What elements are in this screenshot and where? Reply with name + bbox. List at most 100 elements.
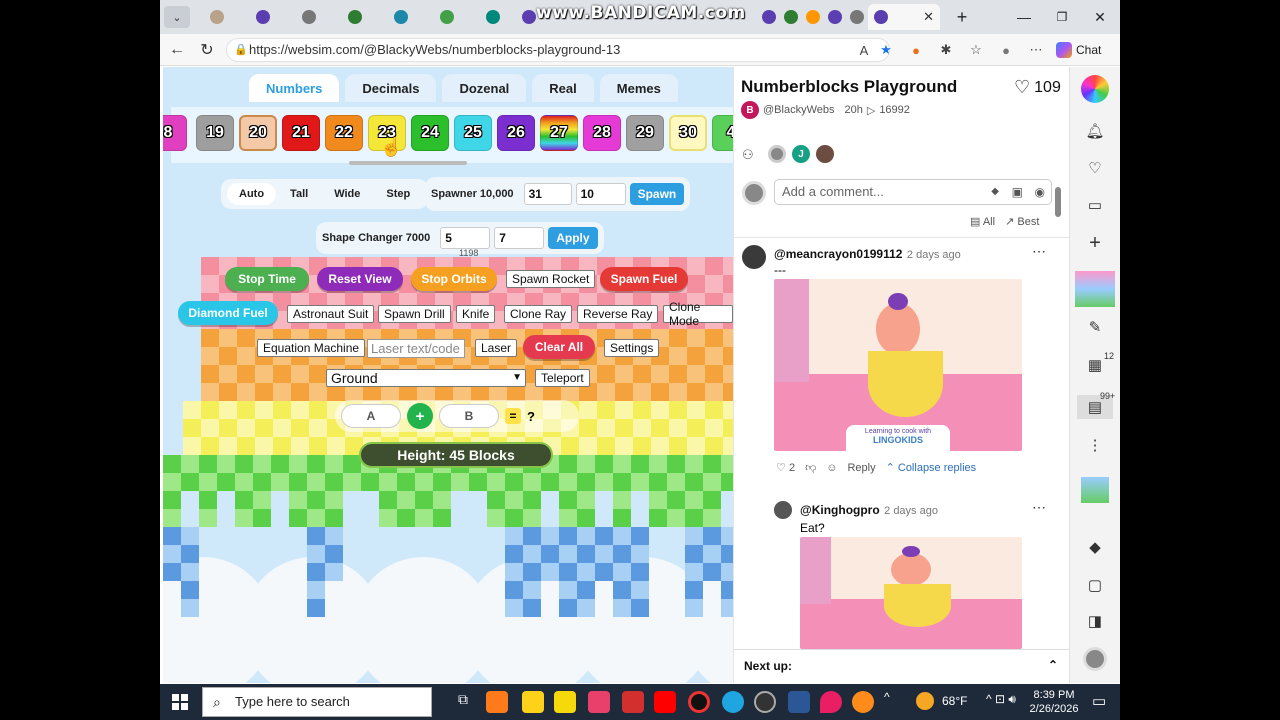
url-field[interactable]: 🔒 https://websim.com/@BlackyWebs/numberbl… — [226, 38, 890, 62]
tab-favicon[interactable] — [758, 5, 780, 29]
more-vertical-icon[interactable]: ⋮ — [1083, 433, 1107, 457]
comment-image[interactable] — [800, 537, 1022, 649]
spawn-rocket-button[interactable]: Spawn Rocket — [506, 270, 596, 288]
tab-favicon[interactable] — [390, 5, 412, 29]
image-icon[interactable]: ▣ — [1012, 180, 1023, 204]
tab-favicon[interactable] — [206, 5, 228, 29]
teleport-button[interactable]: Teleport — [535, 369, 590, 387]
tab-favicon[interactable] — [802, 5, 824, 29]
diamond-icon[interactable]: ◆ — [991, 180, 999, 204]
copilot-chat-button[interactable]: Chat — [1056, 40, 1114, 60]
remix-thumbnail[interactable] — [1081, 477, 1109, 503]
clone-mode-button[interactable]: Clone Mode — [663, 300, 733, 328]
astronaut-suit-button[interactable]: Astronaut Suit — [287, 305, 375, 323]
laser-button[interactable]: Laser — [475, 339, 518, 357]
author-handle[interactable]: @BlackyWebs — [763, 104, 834, 116]
notifications-icon[interactable]: ▭ — [1092, 692, 1106, 710]
spawner-count-input[interactable]: 10 — [575, 183, 626, 205]
comment-menu-icon[interactable]: ⋯ — [1032, 243, 1046, 260]
calc-input-b[interactable]: B — [439, 404, 499, 428]
taskbar-app-icon[interactable] — [588, 691, 610, 713]
comment-input[interactable]: Add a comment... ◆ ▣ ◉ — [774, 179, 1052, 205]
taskbar-app-icon[interactable] — [622, 691, 644, 713]
side-scrollbar[interactable] — [1055, 187, 1061, 217]
diamond-icon[interactable]: ◆ — [1083, 535, 1107, 559]
calc-input-a[interactable]: A — [341, 404, 401, 428]
chevron-up-icon[interactable]: ^ — [884, 690, 890, 704]
more-options-icon[interactable]: ⋯ — [1026, 41, 1046, 59]
number-block-25[interactable]: 25 — [454, 115, 492, 151]
task-view-icon[interactable]: ⧉ — [452, 691, 474, 713]
spawn-fuel-button[interactable]: Spawn Fuel — [600, 267, 688, 291]
number-block-4[interactable]: 4 — [712, 115, 733, 151]
commenter-avatar[interactable] — [774, 501, 792, 519]
number-block-8[interactable]: 8 — [163, 115, 187, 151]
active-tab[interactable]: ✕ — [868, 4, 940, 30]
stop-time-button[interactable]: Stop Time — [225, 267, 309, 291]
tab-favicon[interactable] — [344, 5, 366, 29]
close-window-icon[interactable]: ✕ — [1088, 6, 1112, 28]
mode-step-button[interactable]: Step — [374, 183, 422, 205]
calc-equals-button[interactable]: = — [505, 408, 521, 424]
spawn-button[interactable]: Spawn — [629, 183, 685, 205]
shape-width-input[interactable]: 5 — [440, 227, 491, 249]
chevron-up-icon[interactable]: ⌃ — [1048, 658, 1058, 672]
number-block-29[interactable]: 29 — [626, 115, 664, 151]
number-block-26[interactable]: 26 — [497, 115, 535, 151]
system-tray-icons[interactable]: ^ ⊡ 🔊︎ — [986, 692, 1016, 707]
clear-all-button[interactable]: Clear All — [523, 335, 595, 359]
category-tab[interactable]: Decimals — [345, 74, 437, 102]
bell-icon[interactable]: 🔔︎ — [1083, 119, 1107, 143]
back-icon[interactable]: ← — [166, 40, 188, 60]
tab-favicon[interactable] — [846, 5, 868, 29]
stop-orbits-button[interactable]: Stop Orbits — [411, 267, 497, 291]
settings-button[interactable]: Settings — [604, 339, 660, 357]
taskbar-app-icon[interactable] — [788, 691, 810, 713]
diamond-fuel-button[interactable]: Diamond Fuel — [178, 301, 278, 325]
add-icon[interactable]: + — [1083, 231, 1107, 255]
sort-best[interactable]: ↗ Best — [1005, 215, 1039, 228]
chat-bubble-icon[interactable]: ▢ — [1083, 573, 1107, 597]
taskbar-app-icon[interactable] — [486, 691, 508, 713]
knife-button[interactable]: Knife — [456, 305, 496, 323]
number-block-20[interactable]: 20 — [239, 115, 277, 151]
taskbar-app-icon[interactable] — [522, 691, 544, 713]
number-block-22[interactable]: 22 — [325, 115, 363, 151]
dislike-icon[interactable]: 👎︎ — [805, 461, 816, 474]
favorite-star-icon[interactable]: ★ — [876, 41, 896, 59]
category-tab[interactable]: Numbers — [249, 74, 340, 102]
laser-text-input[interactable]: Laser text/code — [367, 339, 465, 358]
read-aloud-icon[interactable]: A — [854, 41, 874, 59]
viewer-avatar[interactable]: J — [792, 145, 810, 163]
viewer-avatar[interactable] — [816, 145, 834, 163]
mode-wide-button[interactable]: Wide — [322, 183, 372, 205]
tab-favicon[interactable] — [482, 5, 504, 29]
tab-favicon[interactable] — [824, 5, 846, 29]
profile-avatar[interactable] — [1083, 647, 1107, 671]
number-block-19[interactable]: 19 — [196, 115, 234, 151]
category-tab[interactable]: Dozenal — [442, 74, 527, 102]
tab-favicon[interactable] — [780, 5, 802, 29]
extension-icon[interactable]: ● — [906, 41, 926, 59]
spawn-drill-button[interactable]: Spawn Drill — [378, 305, 451, 323]
reply-button[interactable]: Reply — [847, 462, 875, 474]
sort-all[interactable]: ▤ All — [970, 215, 995, 228]
close-tab-icon[interactable]: ✕ — [923, 9, 934, 25]
shape-height-input[interactable]: 7 — [494, 227, 545, 249]
commenter-avatar[interactable] — [742, 245, 766, 269]
comment-like-button[interactable]: ♡ 2 — [776, 461, 795, 474]
youtube-icon[interactable] — [654, 691, 676, 713]
viewer-avatar[interactable] — [768, 145, 786, 163]
like-button[interactable]: ♡ 109 — [1014, 77, 1061, 98]
terrain-select[interactable]: Ground ▼ — [326, 369, 526, 387]
equation-machine-button[interactable]: Equation Machine — [257, 339, 366, 357]
pencil-icon[interactable]: ✎ — [1083, 315, 1107, 339]
tab-actions-menu[interactable]: ⌄ — [164, 6, 190, 28]
new-tab-icon[interactable]: + — [950, 6, 974, 28]
tab-favicon[interactable] — [298, 5, 320, 29]
minimize-icon[interactable]: — — [1012, 6, 1036, 28]
temperature[interactable]: 68°F — [942, 694, 967, 708]
spawner-number-input[interactable]: 31 — [523, 183, 572, 205]
number-block-28[interactable]: 28 — [583, 115, 621, 151]
calc-operator-button[interactable]: + — [407, 403, 433, 429]
